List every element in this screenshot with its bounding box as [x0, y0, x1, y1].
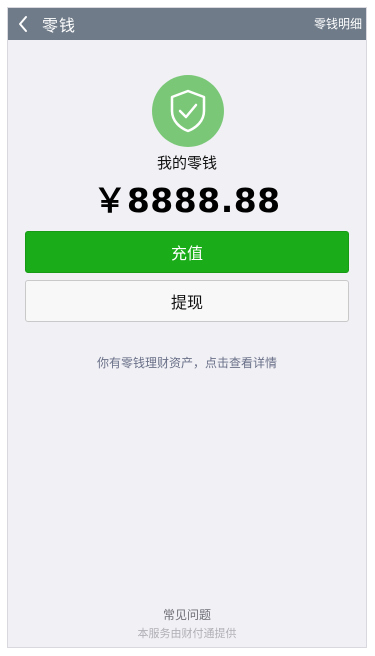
top-bar: 零钱 零钱明细 — [8, 8, 366, 40]
service-provider-text: 本服务由财付通提供 — [137, 627, 237, 640]
wealth-assets-link[interactable]: 你有零钱理财资产，点击查看详情 — [8, 354, 366, 371]
balance-amount: ￥8888.88 — [93, 181, 281, 220]
recharge-button[interactable]: 充值 — [25, 231, 349, 273]
wallet-label: 我的零钱 — [156, 154, 217, 172]
chevron-left-icon[interactable] — [8, 8, 38, 40]
wallet-page: 零钱 零钱明细 我的零钱 ￥8888.88 充值 提现 你有零钱理财资产，点击查… — [7, 7, 367, 648]
withdraw-button[interactable]: 提现 — [25, 280, 349, 322]
faq-link[interactable]: 常见问题 — [8, 606, 366, 623]
shield-check-icon — [152, 75, 224, 147]
page-title: 零钱 — [42, 16, 77, 35]
balance-details-link[interactable]: 零钱明细 — [314, 8, 362, 40]
